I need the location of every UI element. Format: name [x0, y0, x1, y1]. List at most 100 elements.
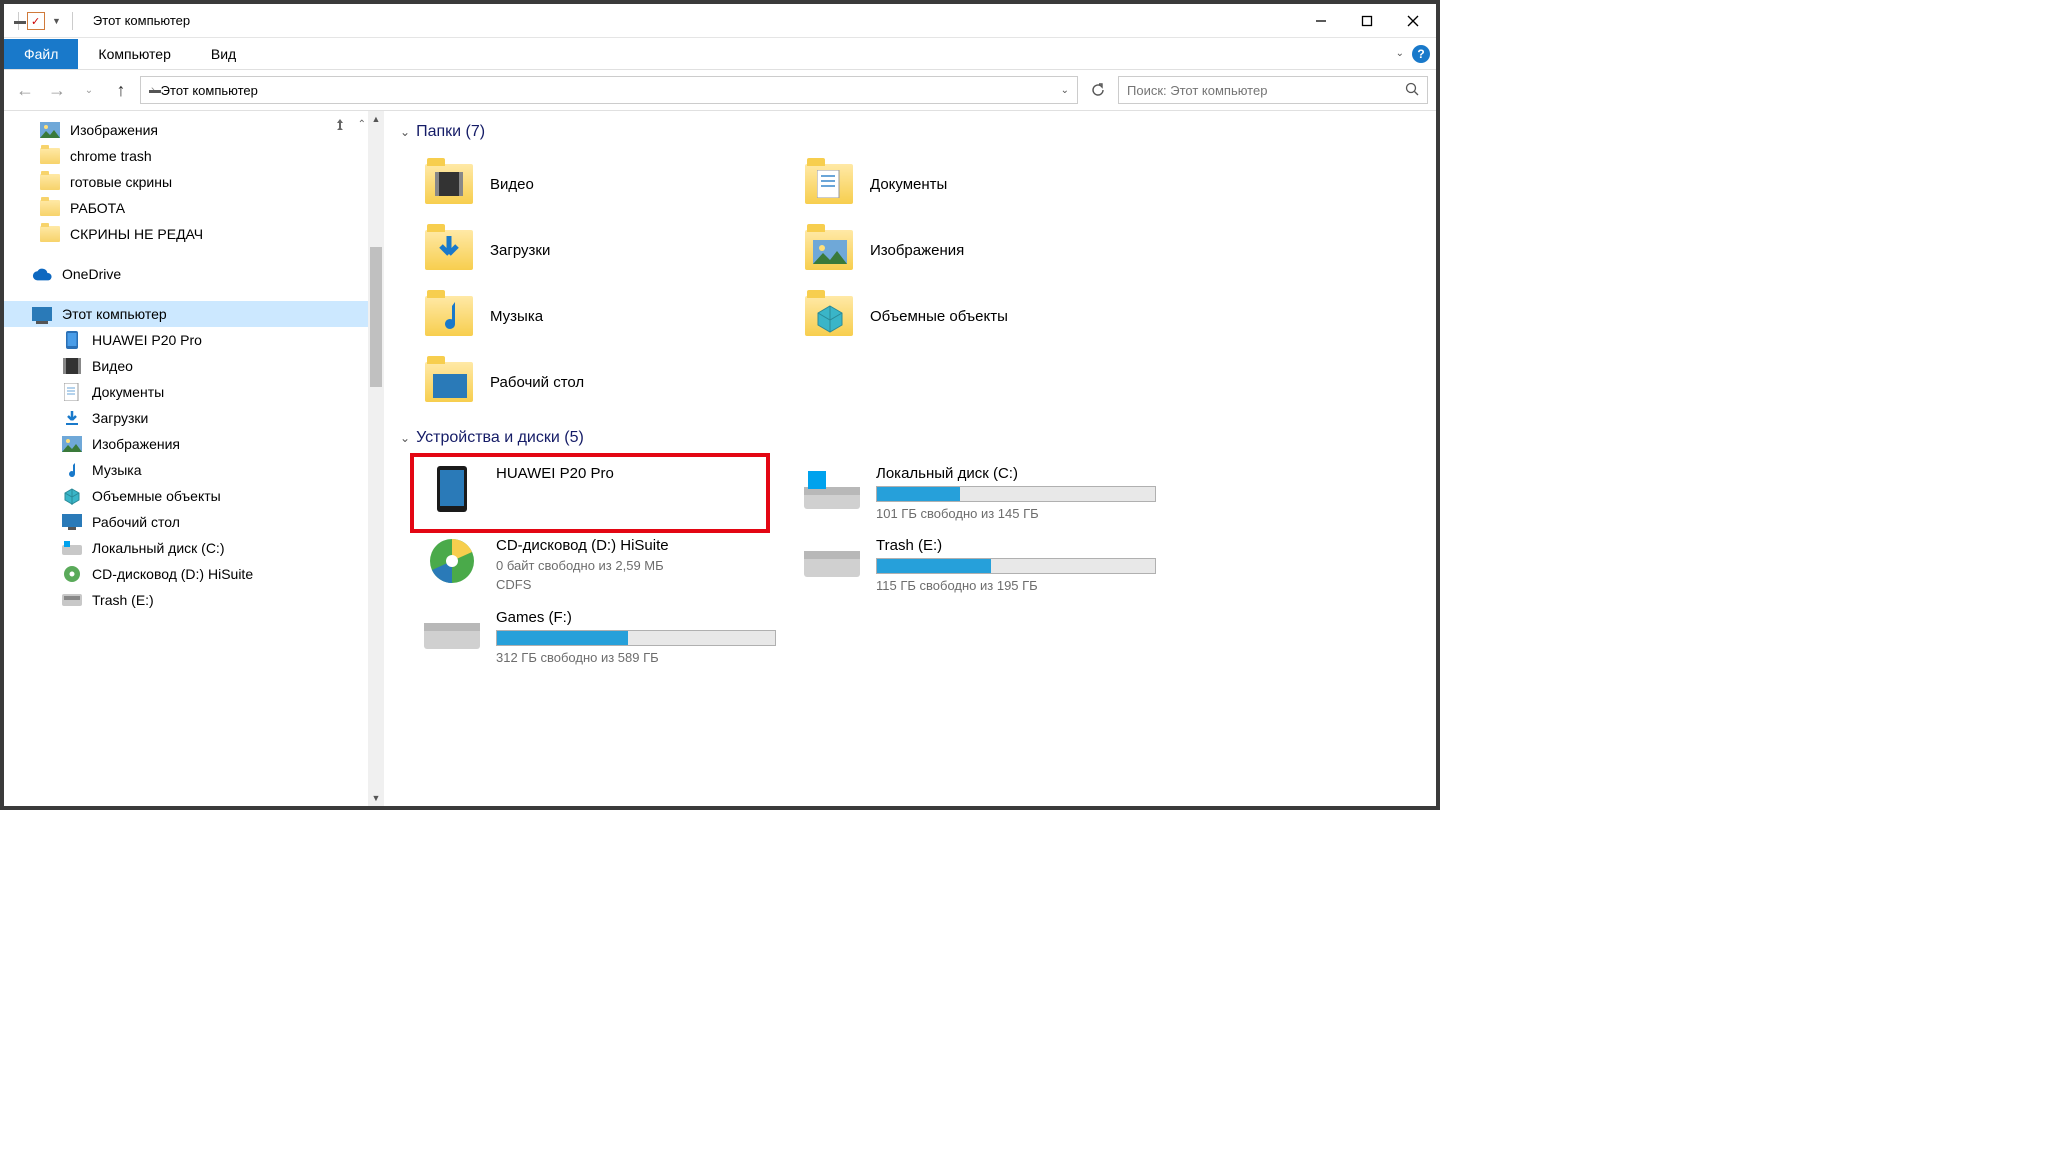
- documents-icon: [62, 383, 82, 401]
- folder-documents[interactable]: Документы: [794, 151, 1174, 217]
- music-icon: [62, 461, 82, 479]
- sidebar-item-folder[interactable]: СКРИНЫ НЕ РЕДАЧ: [4, 221, 384, 247]
- downloads-folder-icon: [424, 225, 474, 275]
- documents-folder-icon: [804, 159, 854, 209]
- nav-back-button[interactable]: ←: [12, 77, 38, 103]
- sidebar-item-label: CD-дисковод (D:) HiSuite: [92, 566, 253, 582]
- phone-icon: [424, 465, 480, 513]
- sidebar-item-this-pc[interactable]: Этот компьютер: [4, 301, 384, 327]
- desktop-folder-icon: [424, 357, 474, 407]
- tab-computer[interactable]: Компьютер: [78, 39, 190, 69]
- sidebar-item-phone[interactable]: HUAWEI P20 Pro: [4, 327, 384, 353]
- section-drives-header[interactable]: ⌄ Устройства и диски (5): [384, 425, 1436, 451]
- folder-3d[interactable]: Объемные объекты: [794, 283, 1174, 349]
- sidebar-item-folder[interactable]: готовые скрины: [4, 169, 384, 195]
- address-field[interactable]: › Этот компьютер ⌄: [140, 76, 1078, 104]
- disk-icon: [62, 539, 82, 557]
- sidebar-item-cd[interactable]: CD-дисковод (D:) HiSuite: [4, 561, 384, 587]
- sidebar-item-downloads[interactable]: Загрузки: [4, 405, 384, 431]
- sidebar-item-label: Загрузки: [92, 410, 148, 426]
- drive-phone[interactable]: HUAWEI P20 Pro: [414, 457, 794, 529]
- explorer-window: ✓ ▼ Этот компьютер Файл Компьютер Вид ⌄ …: [0, 0, 1440, 810]
- sidebar-item-label: Trash (E:): [92, 592, 154, 608]
- help-icon[interactable]: ?: [1412, 45, 1430, 63]
- sidebar-item-pictures[interactable]: Изображения: [4, 431, 384, 457]
- ribbon: Файл Компьютер Вид ⌄ ?: [4, 38, 1436, 70]
- sidebar-item-label: РАБОТА: [70, 200, 125, 216]
- sidebar-item-label: OneDrive: [62, 266, 121, 282]
- cd-icon: [424, 537, 480, 585]
- sidebar-item-folder[interactable]: chrome trash: [4, 143, 384, 169]
- nav-up-button[interactable]: ↑: [108, 77, 134, 103]
- maximize-button[interactable]: [1344, 5, 1390, 37]
- scroll-thumb[interactable]: [370, 247, 382, 387]
- sidebar-scrollbar[interactable]: ▲ ▼: [368, 111, 384, 806]
- folder-desktop[interactable]: Рабочий стол: [414, 349, 794, 415]
- breadcrumb[interactable]: Этот компьютер: [161, 83, 1051, 98]
- refresh-button[interactable]: [1084, 76, 1112, 104]
- onedrive-icon: [32, 265, 52, 283]
- titlebar: ✓ ▼ Этот компьютер: [4, 4, 1436, 38]
- folder-icon: [40, 225, 60, 243]
- sidebar-item-pictures[interactable]: Изображения: [4, 117, 384, 143]
- tab-file[interactable]: Файл: [4, 39, 78, 69]
- phone-icon: [62, 331, 82, 349]
- sidebar-item-label: Изображения: [70, 122, 158, 138]
- nav-recent-button[interactable]: ⌄: [76, 77, 102, 103]
- sidebar-item-label: Локальный диск (C:): [92, 540, 225, 556]
- folder-pictures[interactable]: Изображения: [794, 217, 1174, 283]
- scroll-up-icon[interactable]: ▲: [368, 111, 384, 127]
- folder-videos[interactable]: Видео: [414, 151, 794, 217]
- downloads-icon: [62, 409, 82, 427]
- sidebar-item-3d[interactable]: Объемные объекты: [4, 483, 384, 509]
- sidebar-item-disk-e[interactable]: Trash (E:): [4, 587, 384, 613]
- cd-icon: [62, 565, 82, 583]
- pictures-icon: [62, 435, 82, 453]
- drives-grid: HUAWEI P20 Pro Локальный диск (C:) 101 Г…: [384, 451, 1436, 683]
- disk-win-icon: [804, 465, 860, 513]
- sidebar-item-label: Изображения: [92, 436, 180, 452]
- sidebar-item-label: Рабочий стол: [92, 514, 180, 530]
- section-folders-header[interactable]: ⌄ Папки (7): [384, 119, 1436, 145]
- sidebar-item-label: Этот компьютер: [62, 306, 167, 322]
- ribbon-expand-icon[interactable]: ⌄: [1396, 48, 1404, 59]
- drive-f[interactable]: Games (F:) 312 ГБ свободно из 589 ГБ: [414, 601, 794, 673]
- search-input[interactable]: [1127, 83, 1405, 98]
- desktop-icon: [62, 513, 82, 531]
- disk-icon: [424, 609, 480, 657]
- sidebar-item-onedrive[interactable]: OneDrive: [4, 261, 384, 287]
- sidebar-item-desktop[interactable]: Рабочий стол: [4, 509, 384, 535]
- sidebar-item-label: готовые скрины: [70, 174, 172, 190]
- tab-view[interactable]: Вид: [191, 39, 256, 69]
- drive-c[interactable]: Локальный диск (C:) 101 ГБ свободно из 1…: [794, 457, 1174, 529]
- folders-grid: Видео Документы Загрузки Изображения Муз…: [384, 145, 1436, 425]
- sidebar-item-disk-c[interactable]: Локальный диск (C:): [4, 535, 384, 561]
- properties-icon[interactable]: ✓: [27, 12, 45, 30]
- 3d-folder-icon: [804, 291, 854, 341]
- search-icon[interactable]: [1405, 82, 1419, 99]
- nav-forward-button[interactable]: →: [44, 77, 70, 103]
- folder-icon: [40, 173, 60, 191]
- drive-cd[interactable]: CD-дисковод (D:) HiSuite 0 байт свободно…: [414, 529, 794, 601]
- pictures-icon: [40, 121, 60, 139]
- cube-icon: [62, 487, 82, 505]
- qat-dropdown[interactable]: ▼: [49, 16, 64, 26]
- folder-icon: [40, 147, 60, 165]
- sidebar-item-music[interactable]: Музыка: [4, 457, 384, 483]
- search-box[interactable]: [1118, 76, 1428, 104]
- sidebar-item-documents[interactable]: Документы: [4, 379, 384, 405]
- window-title: Этот компьютер: [83, 13, 1298, 28]
- drive-e[interactable]: Trash (E:) 115 ГБ свободно из 195 ГБ: [794, 529, 1174, 601]
- address-dropdown-icon[interactable]: ⌄: [1057, 85, 1073, 96]
- content-pane: ⌄ Папки (7) Видео Документы Загрузки: [384, 111, 1436, 806]
- capacity-bar: [876, 486, 1156, 502]
- scroll-down-icon[interactable]: ▼: [368, 790, 384, 806]
- minimize-button[interactable]: [1298, 5, 1344, 37]
- sidebar-item-videos[interactable]: Видео: [4, 353, 384, 379]
- folder-music[interactable]: Музыка: [414, 283, 794, 349]
- close-button[interactable]: [1390, 5, 1436, 37]
- sidebar-item-folder[interactable]: РАБОТА: [4, 195, 384, 221]
- folder-downloads[interactable]: Загрузки: [414, 217, 794, 283]
- addressbar: ← → ⌄ ↑ › Этот компьютер ⌄: [4, 70, 1436, 111]
- pictures-folder-icon: [804, 225, 854, 275]
